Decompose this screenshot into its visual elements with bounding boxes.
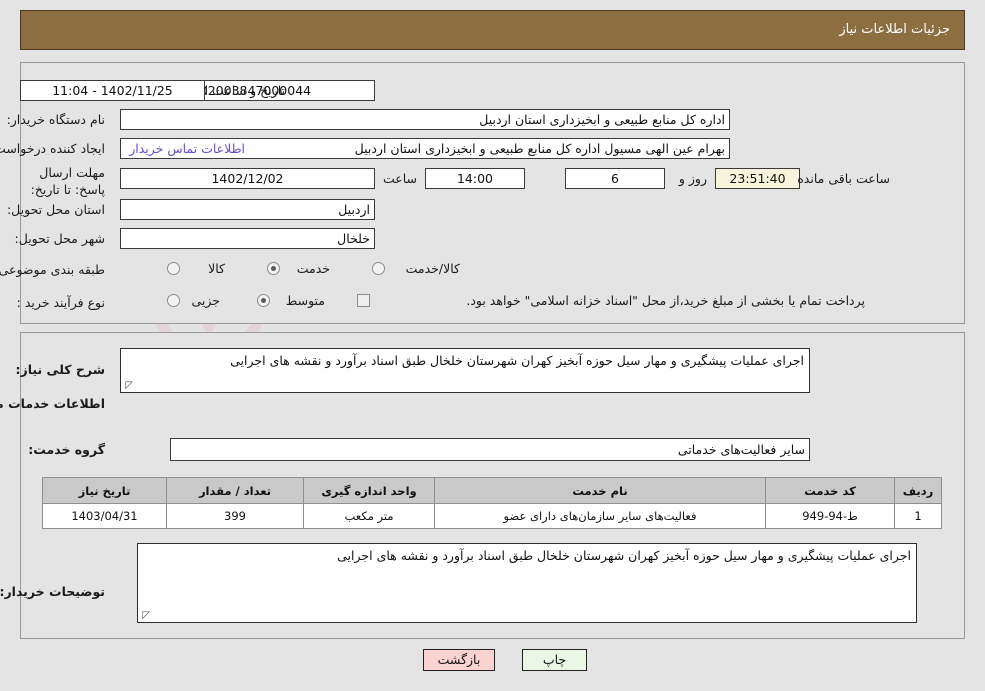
cell-need-date: 1403/04/31 (42, 503, 167, 529)
treasury-bonds-label: پرداخت تمام یا بخشی از مبلغ خرید،از محل … (466, 293, 865, 308)
request-creator-label: ایجاد کننده درخواست: (0, 141, 105, 156)
buyer-notes-label: توضیحات خریدار: (0, 584, 105, 599)
purchase-process-label: نوع فرآیند خرید : (16, 295, 105, 310)
delivery-city-value: خلخال (120, 228, 375, 249)
cell-quantity: 399 (166, 503, 304, 529)
category-radio-goods-service[interactable] (372, 262, 385, 275)
col-service-code: کد خدمت (765, 477, 895, 504)
general-description-label: شرح کلی نیاز: (15, 362, 105, 377)
buyer-contact-info-link[interactable]: اطلاعات تماس خریدار (129, 141, 245, 156)
process-radio-medium[interactable] (257, 294, 270, 307)
countdown-timer-value: 23:51:40 (715, 168, 800, 189)
category-label-goods-service: کالا/خدمت (405, 261, 460, 276)
table-header-row: ردیف کد خدمت نام خدمت واحد اندازه گیری ت… (42, 477, 942, 504)
announcement-datetime-value: 1402/11/25 - 11:04 (20, 80, 205, 101)
col-unit: واحد اندازه گیری (303, 477, 435, 504)
col-need-date: تاریخ نیاز (42, 477, 167, 504)
services-table: ردیف کد خدمت نام خدمت واحد اندازه گیری ت… (42, 477, 942, 529)
services-info-heading: اطلاعات خدمات مورد نیاز (0, 396, 105, 411)
cell-service-code: ط-94-949 (765, 503, 895, 529)
page-title: جزئیات اطلاعات نیاز (839, 22, 950, 37)
page-header-bar: جزئیات اطلاعات نیاز (20, 10, 965, 50)
col-quantity: تعداد / مقدار (166, 477, 304, 504)
deadline-date-value: 1402/12/02 (120, 168, 375, 189)
page-root: anaTender net جزئیات اطلاعات نیاز شماره … (0, 0, 985, 691)
service-group-value: سایر فعالیت‌های خدماتی (170, 438, 810, 461)
buyer-organization-label: نام دستگاه خریدار: (6, 112, 105, 127)
delivery-province-value: اردبیل (120, 199, 375, 220)
category-label-goods: کالا (208, 261, 225, 276)
remaining-hours-label: ساعت باقی مانده (797, 171, 890, 186)
delivery-province-label: استان محل تحویل: (6, 202, 105, 217)
category-label-service: خدمت (296, 261, 330, 276)
service-group-label: گروه خدمت: (28, 442, 105, 457)
buyer-organization-value: اداره کل منابع طبیعی و ابخیزداری استان ا… (120, 109, 730, 130)
col-service-name: نام خدمت (434, 477, 766, 504)
resize-grip-icon-notes[interactable]: ◸ (140, 611, 150, 621)
remaining-days-value: 6 (565, 168, 665, 189)
back-button[interactable]: بازگشت (423, 649, 495, 671)
cell-service-name: فعالیت‌های سایر سازمان‌های دارای عضو (434, 503, 766, 529)
col-row-no: ردیف (894, 477, 942, 504)
response-deadline-label: مهلت ارسال پاسخ: تا تاریخ: (30, 165, 105, 197)
need-summary-panel (20, 62, 965, 324)
deadline-hour-label: ساعت (382, 171, 417, 186)
category-radio-service[interactable] (267, 262, 280, 275)
general-description-value: اجرای عملیات پیشگیری و مهار سیل حوزه آبخ… (230, 353, 804, 368)
table-row: 1 ط-94-949 فعالیت‌های سایر سازمان‌های دا… (42, 503, 942, 529)
delivery-city-label: شهر محل تحویل: (14, 231, 105, 246)
buyer-notes-value: اجرای عملیات پیشگیری و مهار سیل حوزه آبخ… (337, 548, 911, 563)
buyer-notes-textarea[interactable]: اجرای عملیات پیشگیری و مهار سیل حوزه آبخ… (137, 543, 917, 623)
general-description-textarea[interactable]: اجرای عملیات پیشگیری و مهار سیل حوزه آبخ… (120, 348, 810, 393)
category-radio-goods[interactable] (167, 262, 180, 275)
cell-unit: متر مکعب (303, 503, 435, 529)
print-button[interactable]: چاپ (522, 649, 587, 671)
process-label-medium: متوسط (285, 293, 325, 308)
resize-grip-icon[interactable]: ◸ (123, 381, 133, 391)
cell-row-no: 1 (894, 503, 942, 529)
process-label-minor: جزیی (191, 293, 220, 308)
deadline-time-value: 14:00 (425, 168, 525, 189)
treasury-bonds-checkbox[interactable] (357, 294, 370, 307)
remaining-days-unit-label: روز و (678, 171, 707, 186)
process-radio-minor[interactable] (167, 294, 180, 307)
subject-category-label: طبقه بندی موضوعی: (0, 262, 105, 277)
